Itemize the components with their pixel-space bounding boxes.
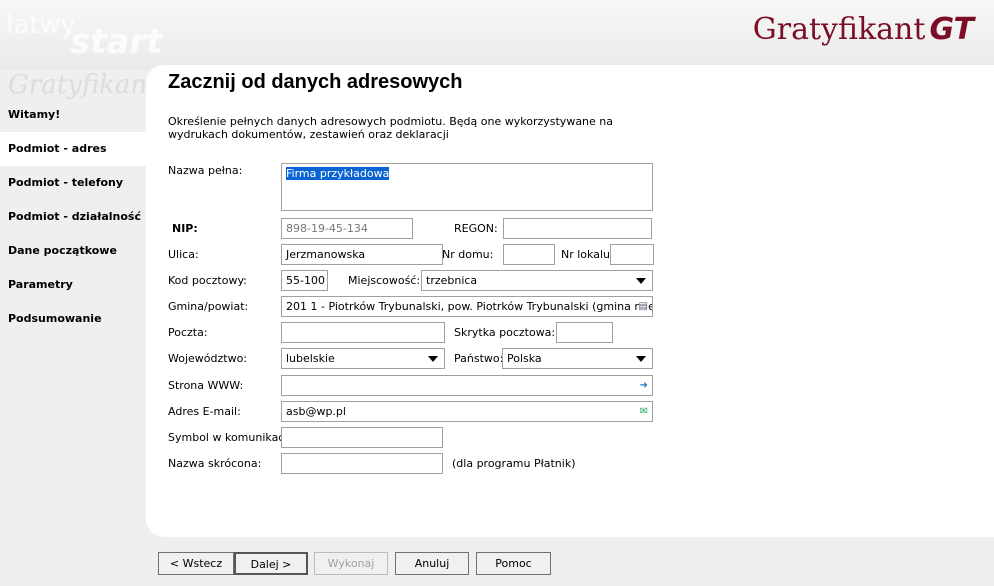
gmina-value: 201 1 - Piotrków Trybunalski, pow. Piotr… (286, 300, 653, 313)
step-podmiot-dzialalnosc[interactable]: Podmiot - działalność (0, 200, 146, 234)
nr-lokalu-field[interactable] (610, 244, 654, 265)
email-label: Adres E-mail: (168, 405, 241, 418)
nazwa-field[interactable]: Firma przykładowa (281, 163, 653, 211)
symbol-label: Symbol w komunikacji: (168, 431, 295, 444)
watermark-text: start (70, 22, 163, 62)
header: łatwy start Gratyfikant Gratyfikant GT (0, 0, 994, 100)
wojewodztwo-label: Województwo: (168, 352, 248, 365)
help-button[interactable]: Pomoc (476, 552, 551, 575)
email-value: asb@wp.pl (286, 405, 346, 418)
poczta-field[interactable] (281, 322, 445, 343)
miejscowosc-select[interactable]: trzebnica (421, 270, 653, 291)
send-email-icon[interactable]: ✉ (640, 406, 648, 417)
email-field[interactable]: asb@wp.pl ✉ (281, 401, 653, 422)
skrot-field[interactable] (281, 453, 443, 474)
open-web-icon[interactable]: ➜ (640, 380, 648, 391)
regon-label: REGON: (454, 222, 498, 235)
step-podmiot-adres[interactable]: Podmiot - adres (0, 132, 146, 166)
list-icon[interactable]: ▤ (638, 301, 648, 312)
kod-field[interactable]: 55-100 (281, 270, 328, 291)
nip-label: NIP: (172, 222, 198, 235)
next-button[interactable]: Dalej > (234, 552, 308, 575)
step-podmiot-telefony[interactable]: Podmiot - telefony (0, 166, 146, 200)
panstwo-select[interactable]: Polska (502, 348, 653, 369)
skrot-note: (dla programu Płatnik) (452, 457, 576, 470)
step-parametry[interactable]: Parametry (0, 268, 146, 302)
logo-text: Gratyfikant (752, 12, 926, 47)
nr-lokalu-label: Nr lokalu: (561, 248, 614, 261)
nr-domu-label: Nr domu: (442, 248, 494, 261)
nazwa-label: Nazwa pełna: (168, 164, 243, 177)
gmina-field[interactable]: 201 1 - Piotrków Trybunalski, pow. Piotr… (281, 296, 653, 317)
panstwo-label: Państwo: (454, 352, 504, 365)
watermark-text: łatwy (6, 10, 77, 40)
www-field[interactable]: ➜ (281, 375, 653, 396)
regon-field[interactable] (503, 218, 652, 239)
poczta-label: Poczta: (168, 326, 208, 339)
logo-suffix: GT (929, 12, 974, 47)
watermark-text: Gratyfikant (8, 70, 158, 100)
cancel-button[interactable]: Anuluj (395, 552, 469, 575)
step-witamy[interactable]: Witamy! (0, 98, 146, 132)
nr-domu-field[interactable] (503, 244, 555, 265)
symbol-field[interactable] (281, 427, 443, 448)
skrytka-label: Skrytka pocztowa: (454, 326, 556, 339)
skrytka-field[interactable] (556, 322, 613, 343)
skrot-label: Nazwa skrócona: (168, 457, 262, 470)
nazwa-value: Firma przykładowa (286, 167, 390, 180)
ulica-label: Ulica: (168, 248, 199, 261)
content-panel: Zacznij od danych adresowych Określenie … (146, 65, 994, 537)
www-label: Strona WWW: (168, 379, 244, 392)
step-podsumowanie[interactable]: Podsumowanie (0, 302, 146, 336)
kod-label: Kod pocztowy: (168, 274, 247, 287)
app-logo: Gratyfikant GT (753, 12, 974, 47)
gmina-label: Gmina/powiat: (168, 300, 249, 313)
execute-button: Wykonaj (314, 552, 388, 575)
back-button[interactable]: < Wstecz (158, 552, 234, 575)
page-description: Określenie pełnych danych adresowych pod… (168, 115, 614, 141)
ulica-field[interactable]: Jerzmanowska (281, 244, 443, 265)
wizard-steps: Witamy! Podmiot - adres Podmiot - telefo… (0, 98, 146, 336)
wojewodztwo-select[interactable]: lubelskie (281, 348, 445, 369)
step-dane-poczatkowe[interactable]: Dane początkowe (0, 234, 146, 268)
nip-field[interactable]: 898-19-45-134 (281, 218, 413, 239)
miejscowosc-label: Miejscowość: (348, 274, 421, 287)
page-title: Zacznij od danych adresowych (168, 71, 463, 93)
